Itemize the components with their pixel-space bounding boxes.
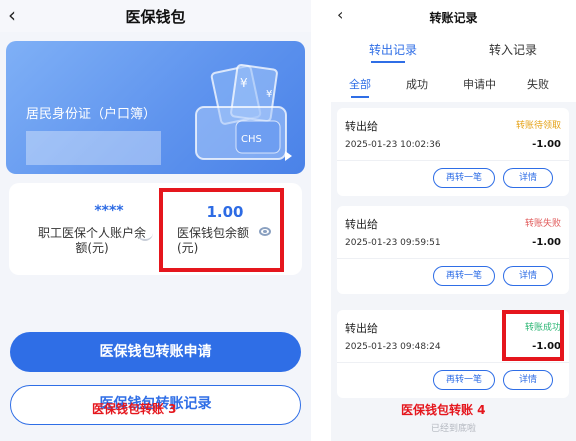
wallet-cards-illustration-icon: CHS ¥ ¥ <box>195 63 287 160</box>
tab-incoming[interactable]: 转入记录 <box>489 41 537 58</box>
tab-outgoing[interactable]: 转出记录 <box>369 41 417 58</box>
transfer-again-button[interactable]: 再转一笔 <box>433 370 495 390</box>
list-item[interactable]: 转出给 转账失败 2025-01-23 09:59:51 -1.00 再转一笔 … <box>337 206 569 294</box>
divider <box>337 258 569 259</box>
detail-button[interactable]: 详情 <box>503 370 553 390</box>
record-title: 转出给 <box>345 322 378 335</box>
transfer-again-button[interactable]: 再转一笔 <box>433 266 495 286</box>
masked-id-area <box>26 131 161 165</box>
highlight-box-balance <box>159 188 284 272</box>
status-badge: 转账待领取 <box>515 121 561 131</box>
play-icon <box>285 151 292 161</box>
id-card-banner[interactable]: 居民身份证（户口簿） CHS ¥ ¥ <box>6 41 305 174</box>
active-tab-indicator <box>371 61 405 63</box>
filter-failed[interactable]: 失败 <box>527 76 549 92</box>
wallet-screen: ‹ 医保钱包 居民身份证（户口簿） CHS ¥ ¥ **** 职工医保个人账户余… <box>0 0 311 441</box>
status-badge: 转账失败 <box>524 219 561 229</box>
svg-text:¥: ¥ <box>240 76 248 90</box>
svg-text:¥: ¥ <box>266 89 272 100</box>
detail-button[interactable]: 详情 <box>503 168 553 188</box>
record-amount: -1.00 <box>532 237 561 248</box>
wallet-header: ‹ 医保钱包 <box>0 0 311 32</box>
active-filter-indicator <box>351 96 369 98</box>
record-time: 2025-01-23 10:02:36 <box>345 140 441 150</box>
list-end-text: 已经到底啦 <box>430 424 476 434</box>
employee-account-balance: **** <box>94 203 124 219</box>
divider <box>337 160 569 161</box>
record-tabs: 转出记录 转入记录 <box>331 33 576 66</box>
card-label: 居民身份证（户口簿） <box>26 107 157 122</box>
record-time: 2025-01-23 09:59:51 <box>345 238 441 248</box>
records-header: ‹ 转账记录 <box>331 0 576 33</box>
highlight-box-status <box>502 310 564 361</box>
record-title: 转出给 <box>345 218 378 231</box>
divider <box>337 362 569 363</box>
detail-button[interactable]: 详情 <box>503 266 553 286</box>
transfer-apply-button[interactable]: 医保钱包转账申请 <box>10 332 301 372</box>
filter-all[interactable]: 全部 <box>349 76 371 92</box>
record-title: 转出给 <box>345 120 378 133</box>
record-time: 2025-01-23 09:48:24 <box>345 342 441 352</box>
transfer-again-button[interactable]: 再转一笔 <box>433 168 495 188</box>
caption-overlay-left: 医保钱包转账 3 <box>92 402 177 416</box>
filter-success[interactable]: 成功 <box>406 76 428 92</box>
page-title: 转账记录 <box>429 11 478 25</box>
svg-text:CHS: CHS <box>241 134 262 145</box>
caption-overlay-right: 医保钱包转账 4 <box>401 403 486 417</box>
status-filters: 全部 成功 申请中 失败 <box>331 66 576 102</box>
employee-account-label: 职工医保个人账户余额(元) <box>37 226 146 255</box>
record-amount: -1.00 <box>532 139 561 150</box>
list-item[interactable]: 转出给 转账待领取 2025-01-23 10:02:36 -1.00 再转一笔… <box>337 108 569 196</box>
transfer-records-screen: ‹ 转账记录 转出记录 转入记录 全部 成功 申请中 失败 转出给 转账待领取 … <box>331 0 576 441</box>
filter-pending[interactable]: 申请中 <box>463 76 496 92</box>
page-title: 医保钱包 <box>125 8 186 26</box>
